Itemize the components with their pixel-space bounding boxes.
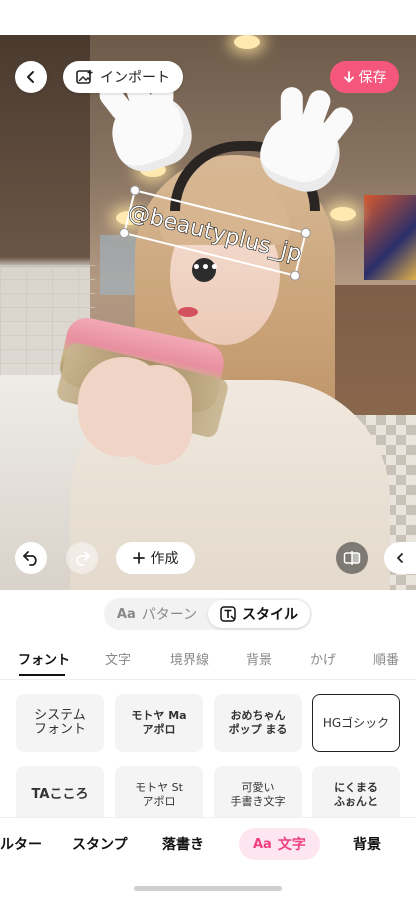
font-card-ta-kokoro[interactable]: TAこころ (16, 766, 104, 824)
font-card-label: 可愛い 手書き文字 (230, 781, 286, 808)
nav-filter[interactable]: ルター (0, 828, 42, 860)
nav-background[interactable]: 背景 (353, 828, 381, 860)
collapse-panel-button[interactable] (384, 542, 416, 574)
nav-filter-label: ルター (0, 837, 42, 853)
sticker-more-options-button[interactable]: ••• (192, 258, 219, 282)
nav-doodle[interactable]: 落書き (162, 828, 204, 860)
font-card-label: HGゴシック (322, 716, 390, 730)
plus-icon (132, 552, 145, 564)
tab-border[interactable]: 境界線 (170, 649, 209, 668)
chevron-left-icon (397, 553, 403, 563)
divider (0, 679, 416, 680)
tab-underline (19, 674, 65, 676)
aa-icon: Aa (253, 836, 272, 852)
style-text-icon (220, 606, 236, 622)
pattern-aa-icon: Aa (116, 606, 136, 622)
home-indicator (134, 886, 282, 891)
photo-lamp (234, 35, 260, 49)
create-button[interactable]: 作成 (116, 542, 195, 574)
font-card-label: モトヤ St アポロ (135, 781, 183, 808)
nav-stamp[interactable]: スタンプ (72, 828, 128, 860)
tab-style-label: スタイル (242, 607, 298, 623)
tab-shadow[interactable]: かげ (310, 649, 336, 668)
nav-text[interactable]: Aa 文字 (239, 828, 320, 860)
redo-icon (76, 551, 90, 566)
redo-button[interactable] (66, 542, 98, 574)
photo-lamp (330, 207, 356, 221)
nav-text-label: 文字 (277, 837, 306, 853)
create-label: 作成 (150, 551, 179, 567)
import-label: インポート (100, 70, 170, 86)
font-card-label: モトヤ Ma アポロ (131, 709, 187, 736)
photo-glove-left (95, 66, 200, 180)
chevron-left-icon (27, 71, 34, 83)
font-card-label: にくまる ふぉんと (334, 781, 378, 808)
undo-icon (23, 551, 37, 566)
save-label: 保存 (358, 70, 387, 86)
download-icon (343, 70, 354, 82)
compare-icon (343, 551, 361, 565)
font-card-label: TAこころ (31, 787, 89, 802)
mode-segmented-control: Aa パターン スタイル (104, 598, 312, 630)
photo-hand (122, 365, 192, 465)
bottom-toolbar: ルター スタンプ 落書き Aa 文字 背景 (0, 817, 416, 869)
tab-pattern-label: パターン (141, 607, 198, 623)
tab-text[interactable]: 文字 (105, 649, 131, 668)
nav-doodle-label: 落書き (162, 837, 204, 853)
font-card-motoya-ma[interactable]: モトヤ Ma アポロ (115, 694, 203, 752)
font-card-kawaii[interactable]: 可愛い 手書き文字 (214, 766, 302, 824)
font-card-label: おめちゃん ポップ まる (228, 709, 288, 736)
undo-button[interactable] (15, 542, 47, 574)
font-card-hg-gothic[interactable]: HGゴシック (312, 694, 400, 752)
tab-font[interactable]: フォント (18, 649, 70, 668)
photo-bg-poster (364, 195, 416, 280)
photo-lips (178, 307, 198, 317)
nav-stamp-label: スタンプ (72, 837, 128, 853)
font-card-omechan[interactable]: おめちゃん ポップ まる (214, 694, 302, 752)
tab-pattern[interactable]: Aa パターン (106, 600, 208, 628)
save-button[interactable]: 保存 (330, 61, 399, 93)
import-button[interactable]: インポート (63, 61, 183, 93)
font-card-label: システム フォント (33, 708, 86, 737)
tab-background[interactable]: 背景 (246, 649, 272, 668)
font-card-nikumaru[interactable]: にくまる ふぉんと (312, 766, 400, 824)
compare-button[interactable] (336, 542, 368, 574)
photo-canvas[interactable] (0, 35, 416, 590)
font-card-system[interactable]: システム フォント (16, 694, 104, 752)
font-card-motoya-st[interactable]: モトヤ St アポロ (115, 766, 203, 824)
nav-background-label: 背景 (353, 837, 381, 853)
tab-style[interactable]: スタイル (208, 600, 310, 628)
image-add-icon (76, 70, 93, 84)
back-button[interactable] (15, 61, 47, 93)
tab-order[interactable]: 順番 (373, 649, 399, 668)
style-tabs: フォント 文字 境界線 背景 かげ 順番 (0, 640, 416, 676)
